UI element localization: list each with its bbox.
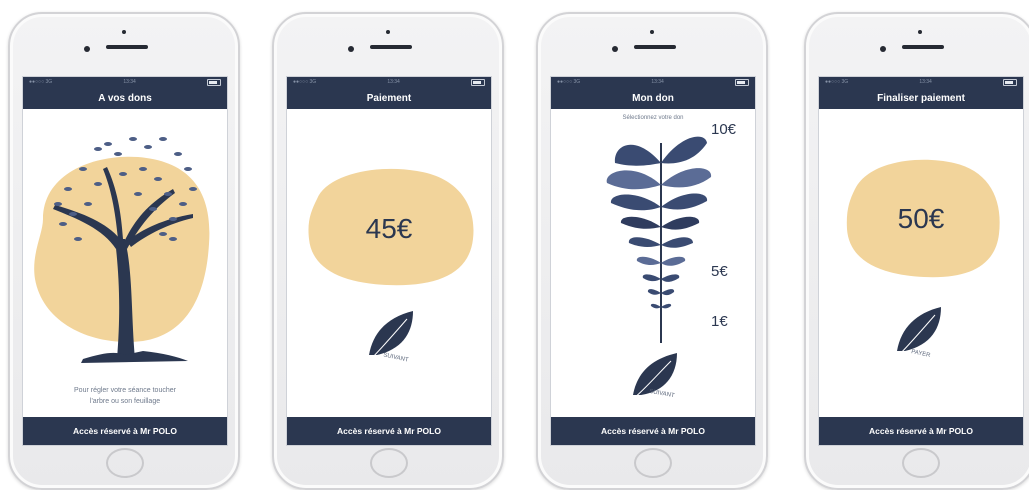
screen-paiement: ●●○○○ 3G 13:34 Paiement 45€ SUIVANT Accè…: [286, 76, 492, 446]
fern-selector[interactable]: [595, 123, 725, 353]
footer-bar: Accès réservé à Mr POLO: [819, 417, 1023, 445]
page-title: A vos dons: [98, 92, 152, 104]
page-title: Finaliser paiement: [877, 92, 965, 104]
footer-text: Accès réservé à Mr POLO: [869, 426, 973, 436]
sensor-dot: [650, 30, 654, 34]
instruction-line-1: Pour régler votre séance toucher: [74, 387, 176, 394]
amount-value: 45€: [365, 213, 413, 244]
value-10[interactable]: 10€: [711, 121, 736, 138]
earpiece-speaker: [634, 45, 676, 49]
battery-icon: [735, 78, 749, 86]
nav-bar: Mon don: [551, 87, 755, 109]
clock: 13:34: [123, 79, 136, 85]
footer-text: Accès réservé à Mr POLO: [337, 426, 441, 436]
instruction-text: Pour régler votre séance toucher l'arbre…: [23, 385, 227, 407]
battery-icon: [471, 78, 485, 86]
footer-bar: Accès réservé à Mr POLO: [23, 417, 227, 445]
status-bar: ●●○○○ 3G 13:34: [287, 77, 491, 87]
footer-bar: Accès réservé à Mr POLO: [551, 417, 755, 445]
front-camera: [612, 46, 618, 52]
content-area: Pour régler votre séance toucher l'arbre…: [23, 109, 227, 417]
front-camera: [84, 46, 90, 52]
page-title: Paiement: [366, 92, 412, 104]
carrier-signal: ●●○○○ 3G: [825, 79, 849, 85]
battery-icon: [207, 78, 221, 86]
earpiece-speaker: [902, 45, 944, 49]
screen-finaliser-paiement: ●●○○○ 3G 13:34 Finaliser paiement 50€ PA…: [818, 76, 1024, 446]
home-button[interactable]: [370, 448, 408, 478]
value-5[interactable]: 5€: [711, 263, 728, 280]
status-bar: ●●○○○ 3G 13:34: [23, 77, 227, 87]
footer-bar: Accès réservé à Mr POLO: [287, 417, 491, 445]
home-button[interactable]: [902, 448, 940, 478]
carrier-signal: ●●○○○ 3G: [293, 79, 317, 85]
screen-mon-don: ●●○○○ 3G 13:34 Mon don Sélectionnez votr…: [550, 76, 756, 446]
carrier-signal: ●●○○○ 3G: [29, 79, 53, 85]
tree-illustration[interactable]: [23, 109, 228, 369]
battery-icon: [1003, 78, 1017, 86]
sensor-dot: [386, 30, 390, 34]
content-area: 50€ PAYER: [819, 109, 1023, 417]
phone-2: ●●○○○ 3G 13:34 Paiement 45€ SUIVANT Accè…: [272, 12, 504, 490]
clock: 13:34: [919, 79, 932, 85]
clock: 13:34: [387, 79, 400, 85]
footer-text: Accès réservé à Mr POLO: [73, 426, 177, 436]
clock: 13:34: [651, 79, 664, 85]
content-area: 45€ SUIVANT: [287, 109, 491, 417]
nav-bar: Paiement: [287, 87, 491, 109]
status-bar: ●●○○○ 3G 13:34: [551, 77, 755, 87]
home-button[interactable]: [106, 448, 144, 478]
earpiece-speaker: [106, 45, 148, 49]
status-bar: ●●○○○ 3G 13:34: [819, 77, 1023, 87]
footer-text: Accès réservé à Mr POLO: [601, 426, 705, 436]
carrier-signal: ●●○○○ 3G: [557, 79, 581, 85]
amount-value: 50€: [897, 203, 945, 234]
content-area: Sélectionnez votre don 10€ 5€ 1€ SUIVANT: [551, 109, 755, 417]
phone-4: ●●○○○ 3G 13:34 Finaliser paiement 50€ PA…: [804, 12, 1029, 490]
earpiece-speaker: [370, 45, 412, 49]
sensor-dot: [918, 30, 922, 34]
instruction-line-2: l'arbre ou son feuillage: [89, 398, 161, 405]
front-camera: [880, 46, 886, 52]
screen-a-vos-dons: ●●○○○ 3G 13:34 A vos dons Pour régler vo…: [22, 76, 228, 446]
page-title: Mon don: [632, 92, 674, 104]
home-button[interactable]: [634, 448, 672, 478]
value-1[interactable]: 1€: [711, 313, 728, 330]
nav-bar: Finaliser paiement: [819, 87, 1023, 109]
sensor-dot: [122, 30, 126, 34]
phone-3: ●●○○○ 3G 13:34 Mon don Sélectionnez votr…: [536, 12, 768, 490]
front-camera: [348, 46, 354, 52]
phone-1: ●●○○○ 3G 13:34 A vos dons Pour régler vo…: [8, 12, 240, 490]
nav-bar: A vos dons: [23, 87, 227, 109]
